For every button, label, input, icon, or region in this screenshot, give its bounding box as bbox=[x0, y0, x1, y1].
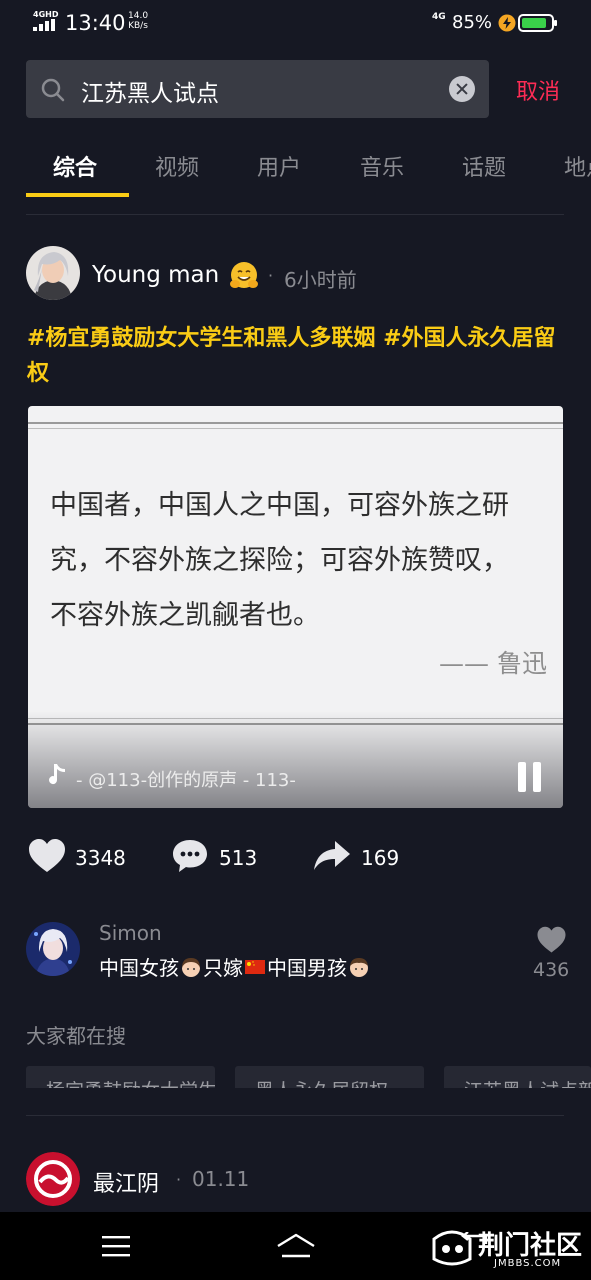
mobile-data-label: 4G bbox=[432, 12, 446, 22]
trending-chip-label: 黑人永久居留权 bbox=[255, 1076, 388, 1088]
search-icon bbox=[41, 78, 65, 102]
trending-chip-label: 杨宜勇鼓励女大学生 bbox=[46, 1076, 215, 1088]
tab-topics[interactable]: 话题 bbox=[462, 150, 506, 182]
trending-title: 大家都在搜 bbox=[26, 1024, 126, 1048]
post-date: 01.11 bbox=[192, 1167, 250, 1191]
search-query: 江苏黑人试点 bbox=[81, 81, 219, 107]
watermark-text: 荆门社区 bbox=[478, 1231, 583, 1261]
video-player[interactable]: 中国者，中国人之中国，可容外族之研 究，不容外族之探险；可容外族赞叹， 不容外族… bbox=[28, 406, 563, 808]
divider bbox=[28, 428, 563, 429]
quote-line: 究，不容外族之探险；可容外族赞叹， bbox=[50, 545, 509, 576]
hugging-face-emoji-icon bbox=[230, 262, 258, 288]
tab-music[interactable]: 音乐 bbox=[360, 150, 404, 182]
network-speed-unit: KB/s bbox=[128, 21, 148, 31]
quote-attribution: —— 鲁迅 bbox=[439, 649, 547, 678]
watermark-logo-icon bbox=[432, 1230, 472, 1266]
home-icon[interactable] bbox=[276, 1232, 316, 1260]
menu-icon[interactable] bbox=[102, 1234, 130, 1258]
music-note-icon bbox=[49, 764, 65, 785]
comment-count: 513 bbox=[219, 846, 258, 870]
share-count: 169 bbox=[361, 846, 400, 870]
quote-line: 不容外族之凯觎者也。 bbox=[50, 600, 320, 631]
trending-chip[interactable]: 江苏黑人试点新政 bbox=[444, 1066, 591, 1088]
charging-icon bbox=[498, 14, 516, 32]
pause-button[interactable] bbox=[518, 762, 544, 792]
boy-emoji-icon bbox=[350, 958, 368, 977]
comment-text-part: 中国女孩 bbox=[99, 956, 179, 980]
post-time: 6小时前 bbox=[284, 268, 357, 292]
post-hashtags[interactable]: #杨宜勇鼓励女大学生和黑人多联姻 #外国人永久居留权 bbox=[27, 321, 567, 391]
comment-like-count: 436 bbox=[533, 959, 570, 981]
like-count: 3348 bbox=[75, 846, 126, 870]
network-speed: 14.0 KB/s bbox=[128, 11, 148, 31]
status-bar: 4GHD 13:40 14.0 KB/s 4G 85% bbox=[0, 0, 591, 46]
cancel-button[interactable]: 取消 bbox=[516, 74, 560, 106]
tab-comprehensive[interactable]: 综合 bbox=[53, 150, 97, 182]
search-tabs: 综合 视频 用户 音乐 话题 地点 bbox=[0, 140, 591, 200]
comment-text-part: 只嫁 bbox=[203, 956, 243, 980]
battery-icon bbox=[518, 14, 557, 32]
post-author[interactable]: 最江阴 bbox=[93, 1166, 159, 1198]
watermark-subtext: JMBBS.COM bbox=[494, 1258, 562, 1269]
comment-like-icon[interactable] bbox=[536, 926, 567, 954]
tab-videos[interactable]: 视频 bbox=[155, 150, 199, 182]
avatar[interactable] bbox=[26, 1152, 80, 1206]
trending-chip[interactable]: 杨宜勇鼓励女大学生 bbox=[26, 1066, 215, 1088]
tab-users[interactable]: 用户 bbox=[257, 150, 301, 182]
comment-author[interactable]: Simon bbox=[99, 921, 162, 945]
tab-places[interactable]: 地点 bbox=[564, 150, 591, 182]
post-author[interactable]: Young man bbox=[92, 262, 219, 288]
share-icon[interactable] bbox=[313, 840, 351, 872]
watermark: 荆门社区 JMBBS.COM bbox=[430, 1225, 590, 1277]
comment-text: 中国女孩 只嫁 中国男孩 bbox=[99, 952, 371, 981]
signal-icon bbox=[33, 19, 57, 31]
network-type-label: 4GHD bbox=[33, 10, 59, 19]
comment-icon[interactable] bbox=[171, 838, 209, 874]
trending-chip[interactable]: 黑人永久居留权 bbox=[235, 1066, 424, 1088]
active-tab-indicator bbox=[26, 193, 129, 197]
quote-line: 中国者，中国人之中国，可容外族之研 bbox=[50, 490, 509, 521]
divider bbox=[26, 1115, 564, 1116]
clock: 13:40 bbox=[65, 11, 126, 35]
network-speed-value: 14.0 bbox=[128, 11, 149, 21]
clear-search-icon[interactable] bbox=[449, 76, 475, 102]
girl-emoji-icon bbox=[182, 958, 200, 977]
video-quote: 中国者，中国人之中国，可容外族之研 究，不容外族之探险；可容外族赞叹， 不容外族… bbox=[50, 478, 555, 643]
search-input[interactable]: 江苏黑人试点 bbox=[26, 60, 489, 118]
divider bbox=[28, 422, 563, 424]
separator-dot: · bbox=[268, 266, 274, 285]
separator-dot: · bbox=[176, 1170, 182, 1189]
avatar[interactable] bbox=[26, 246, 80, 300]
trending-chip-label: 江苏黑人试点新政 bbox=[464, 1076, 591, 1088]
music-credit[interactable]: - @113-创作的原声 - 113- bbox=[76, 766, 296, 792]
like-icon[interactable] bbox=[28, 838, 66, 874]
comment-text-part: 中国男孩 bbox=[267, 956, 347, 980]
china-flag-icon bbox=[245, 960, 265, 974]
battery-percent: 85% bbox=[452, 12, 493, 33]
divider bbox=[26, 214, 564, 215]
video-overlay bbox=[28, 711, 563, 808]
avatar[interactable] bbox=[26, 922, 80, 976]
